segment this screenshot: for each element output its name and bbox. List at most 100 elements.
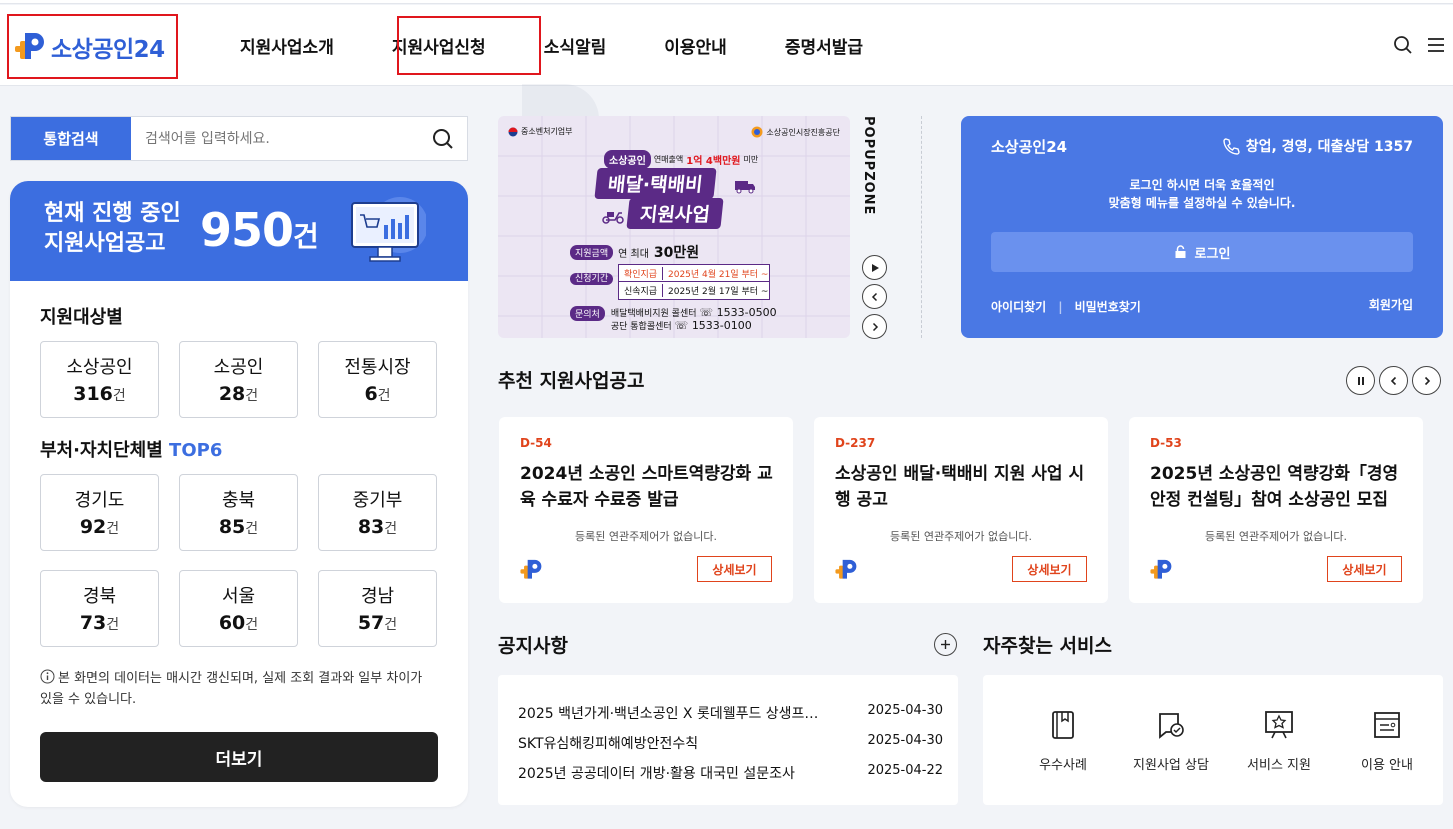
stat-region-seoul[interactable]: 서울 60건 [179,570,298,647]
detail-button[interactable]: 상세보기 [1327,556,1402,582]
nav-certificate[interactable]: 증명서발급 [785,33,863,58]
stat-region-gyeongnam[interactable]: 경남 57건 [318,570,437,647]
stat-label: 전통시장 [344,357,411,378]
recommended-prev-button[interactable] [1379,366,1408,395]
org-left-text: 중소벤처기업부 [521,127,573,136]
stat-number: 83 [357,516,385,538]
search-tag[interactable]: 통합검색 [11,117,131,160]
stat-region-gyeonggi[interactable]: 경기도 92건 [40,474,159,551]
login-button[interactable]: 로그인 [991,232,1413,272]
notice-item[interactable]: SKT유심해킹피해예방안전수칙 2025-04-30 [518,733,943,753]
stat-unit: 건 [377,388,391,404]
region-title-accent: TOP6 [169,440,223,461]
stat-region-mss[interactable]: 중기부 83건 [318,474,437,551]
stat-target-market[interactable]: 전통시장 6건 [318,341,437,418]
search-input[interactable] [131,117,419,160]
stat-number: 73 [79,612,107,634]
search-icon[interactable] [1393,35,1413,55]
banner-text: 현재 진행 중인 지원사업공고 [44,199,181,259]
stat-number: 6 [364,383,378,405]
popup-contact-row: 문의처 배달택배비지원 콜센터 ☏ 1533-0500 공단 통합콜센터 ☏ 1… [570,306,777,332]
logo-p-icon [520,559,542,579]
popup-next-button[interactable] [862,314,887,339]
consult-check-icon [1159,713,1184,739]
notice-item[interactable]: 2025년 공공데이터 개방·활용 대국민 설문조사 2025-04-22 [518,763,943,783]
top-border [0,0,1453,4]
stat-value: 57건 [319,612,436,634]
stat-region-gyeongbuk[interactable]: 경북 73건 [40,570,159,647]
period-row-2: 신속지급 2025년 2월 17일 부터 ~ [619,282,769,299]
login-brand: 소상공인24 [991,138,1068,156]
detail-button[interactable]: 상세보기 [1012,556,1087,582]
stat-value: 60건 [180,612,297,634]
find-password-link[interactable]: 비밀번호찾기 [1075,298,1141,315]
more-button[interactable]: 더보기 [40,732,438,782]
popup-banner[interactable]: 중소벤처기업부 소상공인시장진흥공단 소상공인 연매출액 1억 4백만원 미만 … [498,116,850,338]
service-label: 우수사례 [1039,758,1087,773]
popup-play-button[interactable] [862,255,887,280]
popup-amount-note: 1억 4백만원 [686,156,741,167]
stat-unit: 건 [106,617,120,633]
stat-unit: 건 [245,388,259,404]
stat-label: 서울 [221,586,256,607]
region-title-text: 부처·자치단체별 [40,440,163,461]
search-button[interactable] [419,117,467,160]
service-support[interactable]: 서비스 지원 [1229,710,1329,773]
recommended-card[interactable]: D-237 소상공인 배달·택배비 지원 사업 시행 공고 등록된 연관주제어가… [814,417,1108,603]
login-message-line1: 로그인 하시면 더욱 효율적인 [1129,178,1275,192]
stat-unit: 건 [384,617,398,633]
join-link[interactable]: 회원가입 [1369,296,1413,313]
popup-org-right: 소상공인시장진흥공단 [751,126,840,138]
detail-button[interactable]: 상세보기 [697,556,772,582]
monitor-chart-icon [351,197,426,262]
service-best-cases[interactable]: 우수사례 [1013,710,1113,773]
popup-amount-suffix: 미만 [743,155,759,164]
card-title: 2025년 소상공인 역량강화「경영안정 컨설팅」참여 소상공인 모집 공… [1150,464,1399,510]
notice-item[interactable]: 2025 백년가게·백년소공인 X 롯데웰푸드 상생프… 2025-04-30 [518,703,943,723]
integrated-search: 통합검색 [10,116,468,161]
services-panel: 우수사례 지원사업 상담 서비스 지원 이용 안내 [983,675,1443,805]
stat-target-sogong[interactable]: 소공인 28건 [179,341,298,418]
chevron-left-icon [871,292,877,301]
menu-icon[interactable] [1427,37,1445,53]
popup-prev-button[interactable] [862,284,887,309]
notice-item-title: 2025년 공공데이터 개방·활용 대국민 설문조사 [518,766,795,782]
login-links: 아이디찾기 | 비밀번호찾기 [991,298,1141,315]
stat-target-sosang[interactable]: 소상공인 316건 [40,341,159,418]
count-unit: 건 [293,220,319,253]
stat-value: 85건 [180,516,297,538]
recommended-title: 추천 지원사업공고 [498,370,645,392]
nav-news[interactable]: 소식알림 [544,33,607,58]
service-label: 서비스 지원 [1247,758,1311,773]
logo-p-icon [835,559,857,579]
stat-value: 83건 [319,516,436,538]
recommended-card[interactable]: D-54 2024년 소공인 스마트역량강화 교육 수료자 수료증 발급 등록된… [499,417,793,603]
period-row-1: 확인지급 2025년 4월 21일 부터 ~ [619,265,769,282]
recommended-card[interactable]: D-53 2025년 소상공인 역량강화「경영안정 컨설팅」참여 소상공인 모집… [1129,417,1423,603]
stat-region-chungbuk[interactable]: 충북 85건 [179,474,298,551]
service-consult[interactable]: 지원사업 상담 [1121,710,1221,773]
stat-label: 충북 [221,490,256,511]
stat-number: 85 [218,516,246,538]
nav-guide[interactable]: 이용안내 [664,33,727,58]
recommended-next-button[interactable] [1412,366,1441,395]
nav-support-intro[interactable]: 지원사업소개 [240,33,334,58]
popup-tag-sub: 연매출액 [653,155,684,164]
stat-number: 60 [218,612,246,634]
recommended-pause-button[interactable] [1346,366,1375,395]
site-logo[interactable]: 소상공인24 [7,14,178,79]
service-guide[interactable]: 이용 안내 [1337,710,1437,773]
contact2-text: 공단 통합콜센터 [610,322,672,332]
stat-value: 73건 [41,612,158,634]
gov-emblem-icon [508,127,518,136]
popupzone-label: POPUPZONE [861,116,876,216]
divider [921,116,922,338]
scooter-icon [602,212,624,224]
login-card: 소상공인24 창업, 경영, 대출상담 1357 로그인 하시면 더욱 효율적인… [961,116,1443,338]
notice-more-button[interactable] [934,633,957,656]
unlock-icon [1175,245,1186,258]
find-id-link[interactable]: 아이디찾기 [991,298,1046,315]
link-separator: | [1058,299,1063,314]
banner-count: 950건 [200,203,319,257]
consult-phone: 창업, 경영, 대출상담 1357 [1222,136,1413,156]
